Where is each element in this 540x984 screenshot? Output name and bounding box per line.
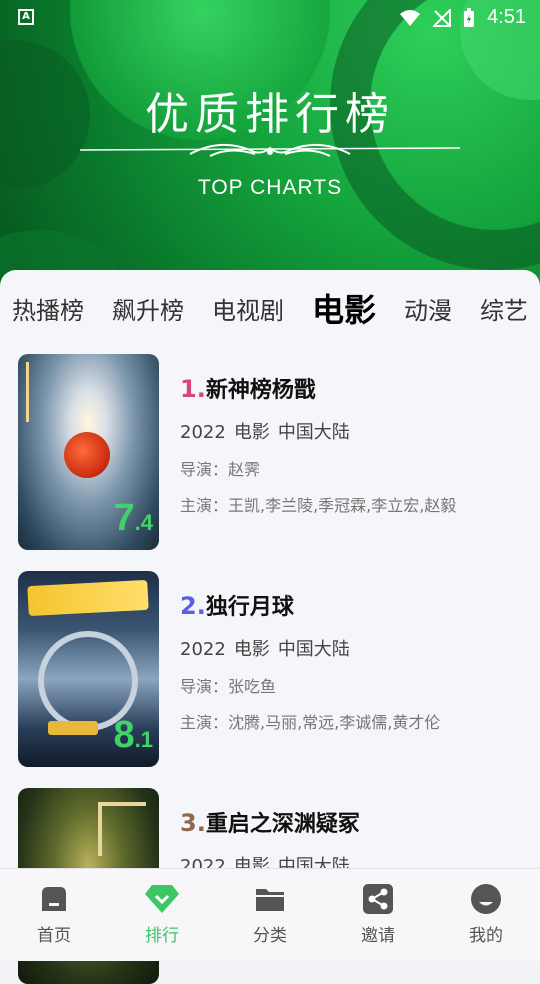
nav-profile[interactable]: 我的 [432, 869, 540, 961]
folder-icon [256, 889, 284, 911]
battery-icon [464, 7, 475, 27]
status-time: 4:51 [487, 6, 526, 28]
movie-meta: 2022 电影 中国大陆 [180, 422, 350, 443]
tab-anime[interactable]: 动漫 [404, 291, 452, 326]
list-item[interactable]: 7.4 1.新神榜杨戬 2022 电影 中国大陆 导演：赵霁 主演：王凯,李兰陵,季… [18, 354, 528, 550]
movie-director: 导演：张吃鱼 [180, 677, 277, 696]
movie-cast: 主演：沈腾,马丽,常远,李诚儒,黄才伦 [180, 713, 441, 732]
movie-director: 导演：赵霁 [180, 460, 261, 479]
movie-title: 重启之深渊疑冢 [205, 812, 360, 837]
wifi-icon [400, 9, 421, 26]
app-badge-icon: A [18, 9, 34, 25]
poster-title-mark [98, 802, 146, 856]
user-icon [471, 884, 501, 914]
nav-label: 我的 [469, 926, 503, 946]
share-icon [363, 884, 393, 914]
page-subtitle: TOP CHARTS [197, 176, 343, 199]
header-banner: A 4:51 优质排行榜 TOP CHARTS [0, 0, 540, 300]
tab-movie[interactable]: 电影 [312, 285, 376, 331]
poster-title-mark [27, 579, 149, 617]
movie-cast: 主演：王凯,李兰陵,季冠霖,李立宏,赵毅 [180, 496, 457, 515]
nav-invite[interactable]: 邀请 [324, 869, 432, 961]
movie-meta: 2022 电影 中国大陆 [180, 639, 350, 660]
red-sun [64, 432, 110, 478]
bottom-nav: 首页 排行 分类 邀请 我的 [0, 868, 540, 961]
rank-number: 1. [180, 375, 206, 403]
tab-rising[interactable]: 飙升榜 [112, 291, 184, 326]
ornament-divider [80, 143, 460, 157]
score-badge: 8.1 [113, 714, 154, 756]
movie-title-line[interactable]: 3.重启之深渊疑冢 [180, 806, 520, 838]
list-item[interactable]: 8.1 2.独行月球 2022 电影 中国大陆 导演：张吃鱼 主演：沈腾,马丽,常远… [18, 571, 528, 767]
poster-image[interactable]: 8.1 [18, 571, 159, 767]
score-badge: 7.4 [113, 497, 154, 539]
movie-title-line[interactable]: 2.独行月球 [180, 589, 520, 621]
content-sheet: 热播榜 飙升榜 电视剧 电影 动漫 综艺 7.4 1.新神榜杨戬 2022 电影中… [0, 270, 540, 984]
nav-ranking[interactable]: 排行 [108, 869, 216, 961]
nav-label: 邀请 [361, 926, 395, 946]
tab-variety[interactable]: 综艺 [480, 291, 528, 326]
movie-title: 新神榜杨戬 [205, 378, 316, 403]
poster-title-mark [26, 362, 53, 422]
tab-hot[interactable]: 热播榜 [12, 291, 84, 326]
nav-label: 分类 [253, 926, 287, 946]
category-tabs: 热播榜 飙升榜 电视剧 电影 动漫 综艺 [0, 282, 540, 334]
diamond-icon [145, 885, 179, 913]
movie-title-line[interactable]: 1.新神榜杨戬 [180, 372, 520, 404]
no-signal-icon [433, 8, 452, 27]
status-bar: A 4:51 [0, 0, 540, 36]
nav-label: 排行 [145, 926, 179, 946]
release-date-mark [48, 721, 98, 735]
tab-tv[interactable]: 电视剧 [212, 291, 284, 326]
home-icon [42, 887, 66, 911]
rank-number: 2. [180, 592, 206, 620]
nav-category[interactable]: 分类 [216, 869, 324, 961]
nav-home[interactable]: 首页 [0, 869, 108, 961]
page-title: 优质排行榜 [145, 89, 395, 140]
rank-number: 3. [180, 809, 206, 837]
poster-image[interactable]: 7.4 [18, 354, 159, 550]
nav-label: 首页 [37, 926, 71, 946]
movie-title: 独行月球 [205, 595, 294, 620]
